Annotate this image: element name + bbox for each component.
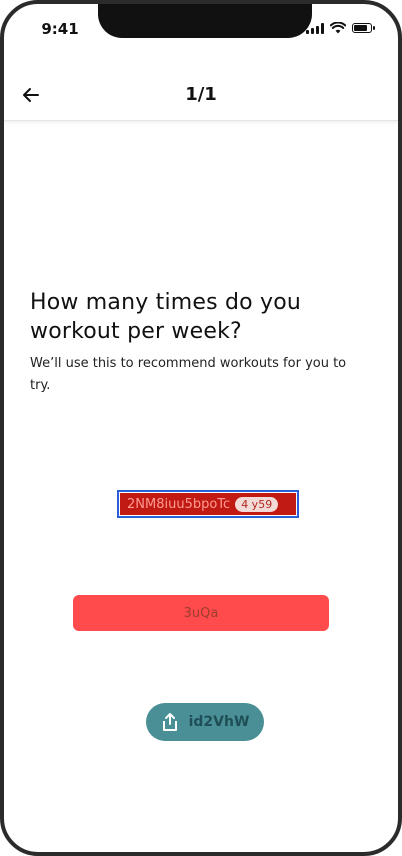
wifi-icon [330, 22, 346, 34]
notch [98, 4, 312, 38]
option-chip[interactable]: 2NM8iuu5bpoTc 4 y59 [117, 490, 299, 518]
signal-icon [306, 22, 324, 34]
question-title: How many times do you workout per week? [30, 290, 302, 344]
status-time: 9:41 [41, 20, 79, 38]
option-chip-label: 2NM8iuu5bpoTc [127, 496, 231, 512]
page-title: 1/1 [185, 84, 217, 105]
question-subtitle: We’ll use this to recommend workouts for… [30, 356, 347, 393]
share-button[interactable]: id2VhW [146, 703, 264, 741]
option-chip-badge: 4 y59 [235, 496, 279, 512]
share-icon [162, 713, 177, 731]
share-button-label: id2VhW [188, 714, 250, 730]
primary-button[interactable]: 3uQa [73, 595, 329, 631]
phone-frame: 9:41 1/1 How many times do you workout p… [0, 0, 402, 856]
app-bar: 1/1 [4, 68, 398, 121]
status-icons [306, 22, 375, 34]
battery-icon [352, 23, 375, 33]
primary-button-label: 3uQa [183, 605, 219, 621]
